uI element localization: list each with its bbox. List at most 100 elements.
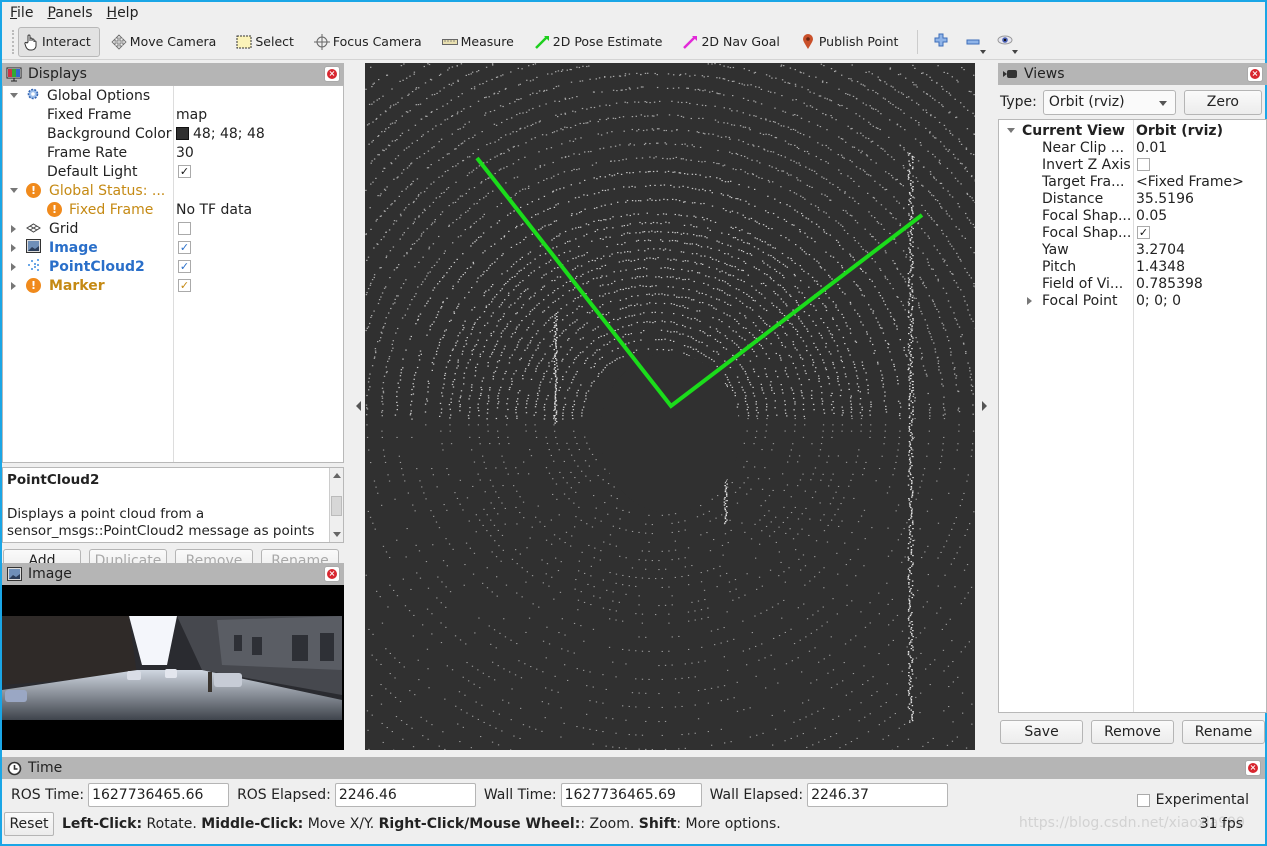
field-of-view-value[interactable]: 0.785398 [1136,276,1203,292]
collapse-arrow-icon[interactable] [10,93,18,98]
save-view-button[interactable]: Save [1000,720,1083,744]
toolbar-grip[interactable] [12,29,16,54]
remove-tool-icon [966,34,980,49]
left-panel-collapse-handle[interactable] [356,401,361,411]
displays-close-button[interactable]: × [324,66,340,82]
ros-time-field[interactable]: 1627736465.66 [88,783,230,807]
tree-row-current-view[interactable]: Current View Orbit (rviz) [999,122,1266,139]
hint-text: : Zoom. [580,816,639,832]
hint-key: Left-Click: [62,816,143,832]
tree-row-background-color[interactable]: Background Color 48; 48; 48 [3,124,343,143]
zero-button[interactable]: Zero [1183,89,1262,115]
tree-row-default-light[interactable]: Default Light ✓ [3,162,343,181]
collapse-arrow-icon[interactable] [10,188,18,193]
tree-row-label: Fixed Frame [69,201,154,218]
tree-row-focal-shape-fixed[interactable]: Focal Shap... ✓ [999,224,1266,241]
pitch-value[interactable]: 1.4348 [1136,259,1185,275]
right-panel-collapse-handle[interactable] [982,401,987,411]
warning-icon: ! [26,183,41,198]
time-close-button[interactable]: × [1245,760,1261,776]
scroll-up-icon[interactable] [333,473,341,478]
tool-2d-nav-goal[interactable]: 2D Nav Goal [677,27,788,57]
scroll-thumb[interactable] [331,496,342,516]
tree-row-pointcloud2[interactable]: PointCloud2 ✓ [3,257,343,276]
expand-arrow-icon[interactable] [1027,296,1032,305]
tree-row-distance[interactable]: Distance 35.5196 [999,190,1266,207]
frame-rate-value[interactable]: 30 [176,145,194,161]
rename-view-button[interactable]: Rename [1182,720,1265,744]
focal-point-value[interactable]: 0; 0; 0 [1136,293,1181,309]
tree-row-frame-rate[interactable]: Frame Rate 30 [3,143,343,162]
expand-arrow-icon[interactable] [11,281,16,290]
near-clip-value[interactable]: 0.01 [1136,140,1167,156]
description-title: PointCloud2 [7,472,100,488]
tree-row-marker[interactable]: ! Marker ✓ [3,276,343,295]
wall-elapsed-field[interactable]: 2246.37 [807,783,949,807]
focal-shape-fixed-checkbox[interactable]: ✓ [1137,226,1150,239]
status-message: No TF data [176,201,253,218]
view-type-select[interactable]: Orbit (rviz) [1042,89,1176,115]
distance-value[interactable]: 35.5196 [1136,191,1194,207]
tree-row-fixed-frame[interactable]: Fixed Frame map [3,105,343,124]
tree-row-field-of-view[interactable]: Field of Vi... 0.785398 [999,275,1266,292]
scroll-down-icon[interactable] [333,532,341,537]
expand-arrow-icon[interactable] [11,243,16,252]
tree-row-yaw[interactable]: Yaw 3.2704 [999,241,1266,258]
expand-arrow-icon[interactable] [11,262,16,271]
menu-file[interactable]: File [10,5,33,21]
tool-select[interactable]: Select [231,27,303,57]
tool-measure[interactable]: Measure [437,27,523,57]
image-checkbox[interactable]: ✓ [178,241,191,254]
tree-row-image[interactable]: Image ✓ [3,238,343,257]
tree-row-near-clip[interactable]: Near Clip ... 0.01 [999,139,1266,156]
yaw-value[interactable]: 3.2704 [1136,242,1185,258]
target-frame-value[interactable]: <Fixed Frame> [1136,174,1244,190]
render-3d-view[interactable] [365,63,975,750]
background-color-value[interactable]: 48; 48; 48 [176,126,265,142]
image-icon [26,238,41,257]
pointcloud2-checkbox[interactable]: ✓ [178,260,191,273]
tree-row-global-options[interactable]: Global Options [3,86,343,105]
wall-time-field[interactable]: 1627736465.69 [560,783,702,807]
menu-panels[interactable]: Panels [47,5,92,21]
remove-view-button[interactable]: Remove [1091,720,1174,744]
hint-text: Rotate. [142,816,202,832]
tool-2d-pose-estimate[interactable]: 2D Pose Estimate [529,27,672,57]
reset-button[interactable]: Reset [4,812,54,836]
tool-publish-point[interactable]: Publish Point [795,27,908,57]
tree-row-pitch[interactable]: Pitch 1.4348 [999,258,1266,275]
tree-row-focal-shape-size[interactable]: Focal Shap... 0.05 [999,207,1266,224]
grid-checkbox[interactable] [178,222,191,235]
experimental-checkbox[interactable] [1136,793,1150,807]
tree-row-grid[interactable]: Grid [3,219,343,238]
tool-move-camera[interactable]: Move Camera [106,27,226,57]
ros-elapsed-label: ROS Elapsed: [237,787,331,803]
time-title-bar: Time × [2,757,1265,779]
expand-arrow-icon[interactable] [11,224,16,233]
default-light-checkbox[interactable]: ✓ [178,165,191,178]
invert-z-checkbox[interactable] [1137,158,1150,171]
tool-focus-camera[interactable]: Focus Camera [309,27,431,57]
tree-row-invert-z[interactable]: Invert Z Axis [999,156,1266,173]
tree-row-focal-point[interactable]: Focal Point 0; 0; 0 [999,292,1266,309]
experimental-toggle[interactable]: Experimental [1136,792,1249,808]
image-close-button[interactable]: × [324,566,340,582]
tool-interact[interactable]: Interact [18,26,100,57]
remove-tool-button[interactable] [960,28,987,56]
menu-help[interactable]: Help [107,5,139,21]
point-cloud-canvas[interactable] [365,63,975,750]
tree-row-global-status[interactable]: ! Global Status: ... [3,181,343,200]
fixed-frame-value[interactable]: map [176,107,207,123]
view-options-button[interactable] [992,28,1019,56]
focal-shape-size-value[interactable]: 0.05 [1136,208,1167,224]
description-scrollbar[interactable] [329,468,343,542]
tree-row-target-frame[interactable]: Target Fra... <Fixed Frame> [999,173,1266,190]
marker-checkbox[interactable]: ✓ [178,279,191,292]
warning-icon: ! [26,278,41,293]
ros-elapsed-field[interactable]: 2246.46 [334,783,476,807]
chevron-down-icon [1158,100,1167,106]
add-tool-button[interactable] [928,28,954,56]
tree-row-status-fixed-frame[interactable]: ! Fixed Frame No TF data [3,200,343,219]
views-close-button[interactable]: × [1247,66,1263,82]
collapse-arrow-icon[interactable] [1007,128,1015,133]
